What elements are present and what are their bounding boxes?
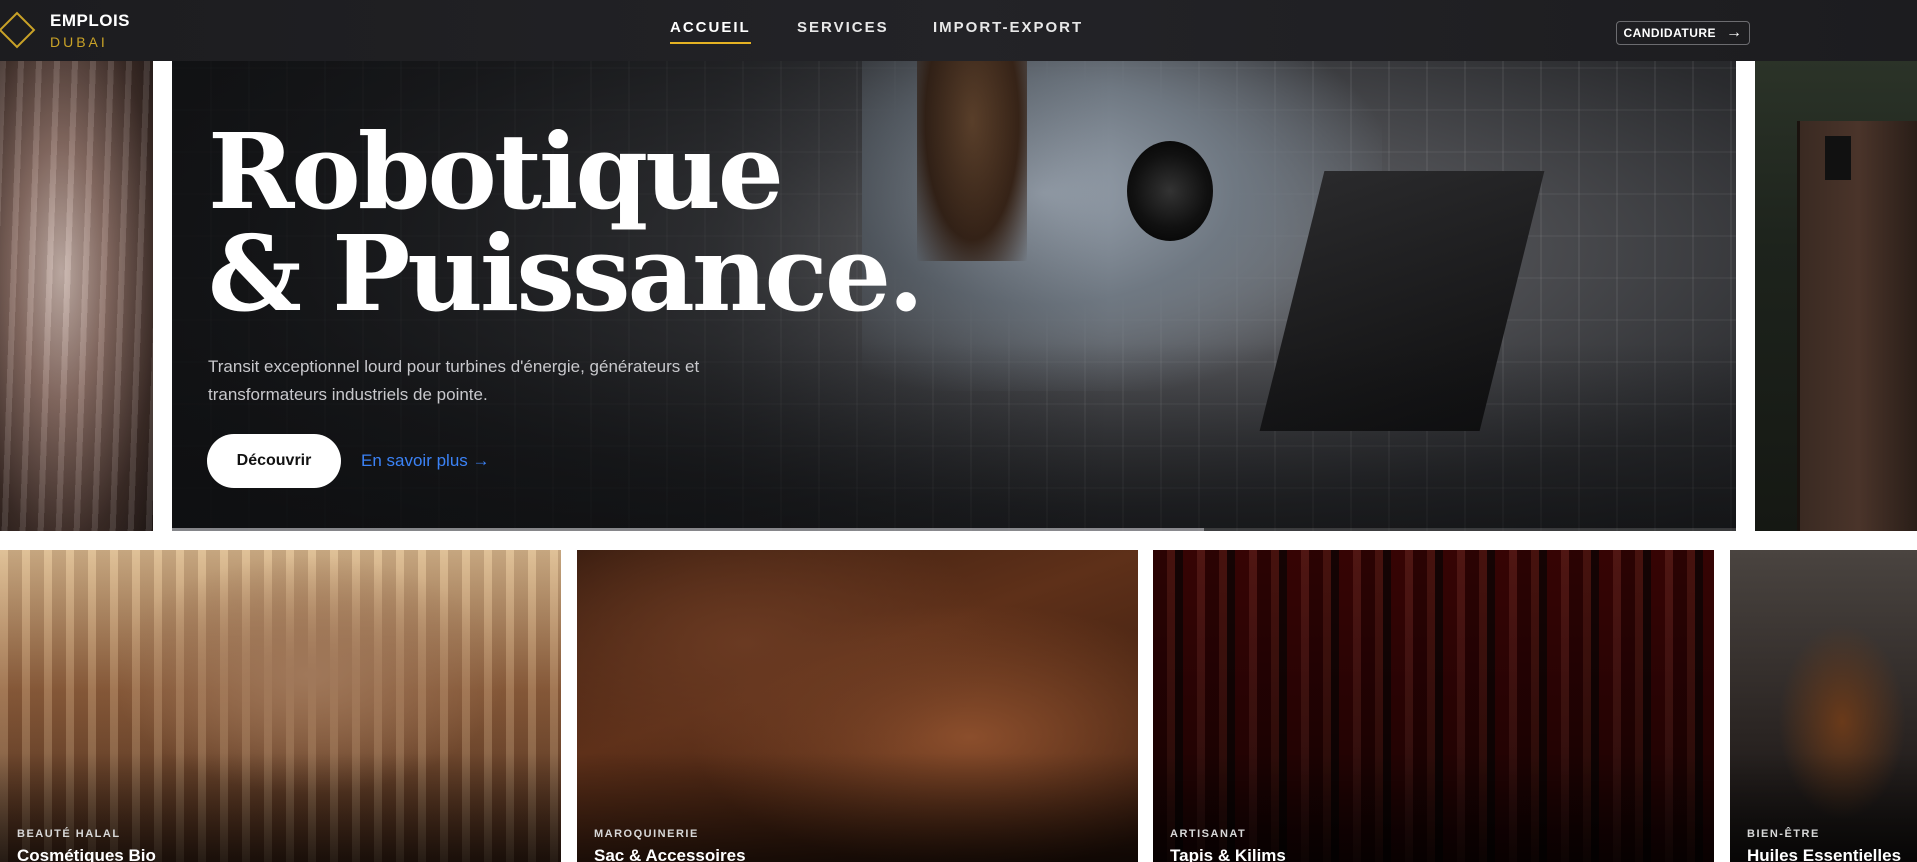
active-nav-underline bbox=[670, 42, 751, 44]
card-category: ARTISANAT bbox=[1170, 828, 1247, 840]
brand-name-line1: EMPLOIS bbox=[50, 10, 131, 30]
carousel-next-slide[interactable] bbox=[1755, 61, 1917, 531]
category-cards-row: BEAUTÉ HALAL Cosmétiques Bio MAROQUINERI… bbox=[0, 550, 1917, 862]
arrow-right-icon: → bbox=[1726, 24, 1743, 41]
category-card-bien-etre[interactable]: BIEN-ÊTRE Huiles Essentielles bbox=[1730, 550, 1917, 862]
diamond-logo-icon bbox=[0, 11, 36, 49]
hero-subtitle: Transit exceptionnel lourd pour turbines… bbox=[208, 357, 700, 404]
card-gradient-overlay bbox=[1153, 550, 1714, 862]
carousel-previous-slide[interactable] bbox=[0, 61, 153, 531]
card-category: MAROQUINERIE bbox=[594, 828, 699, 840]
card-title: Cosmétiques Bio bbox=[17, 846, 156, 862]
nav-item-import-export[interactable]: IMPORT-EXPORT bbox=[933, 19, 1083, 36]
candidature-button-label: CANDIDATURE bbox=[1623, 26, 1717, 40]
slide-progress-track bbox=[172, 528, 1736, 531]
learn-more-link[interactable]: En savoir plus → bbox=[361, 451, 490, 471]
card-title: Huiles Essentielles bbox=[1747, 846, 1902, 862]
nav-item-label: ACCUEIL bbox=[670, 19, 751, 36]
top-navigation-bar: EMPLOIS DUBAI ACCUEIL SERVICES IMPORT-EX… bbox=[0, 0, 1917, 61]
slide-image bbox=[0, 61, 153, 531]
category-card-cosmetiques[interactable]: BEAUTÉ HALAL Cosmétiques Bio bbox=[0, 550, 561, 862]
card-title: Sac & Accessoires bbox=[594, 846, 746, 862]
slide-progress-fill bbox=[172, 528, 1205, 531]
nav-item-label: SERVICES bbox=[797, 19, 889, 36]
candidature-button[interactable]: CANDIDATURE → bbox=[1616, 21, 1750, 45]
card-gradient-overlay bbox=[0, 550, 561, 862]
brand-name-line2: DUBAI bbox=[50, 33, 108, 50]
nav-item-services[interactable]: SERVICES bbox=[797, 19, 889, 36]
card-title: Tapis & Kilims bbox=[1170, 846, 1286, 862]
discover-button[interactable]: Découvrir bbox=[207, 434, 341, 488]
card-category: BEAUTÉ HALAL bbox=[17, 828, 121, 840]
card-category: BIEN-ÊTRE bbox=[1747, 828, 1820, 840]
hero-title: Robotique & Puissance. bbox=[208, 110, 924, 335]
hero-slide: Robotique & Puissance. Transit exception… bbox=[172, 61, 1736, 531]
category-card-maroquinerie[interactable]: MAROQUINERIE Sac & Accessoires bbox=[577, 550, 1138, 862]
category-card-artisanat[interactable]: ARTISANAT Tapis & Kilims bbox=[1153, 550, 1714, 862]
nav-item-label: IMPORT-EXPORT bbox=[933, 19, 1084, 36]
slide-image-detail bbox=[1825, 136, 1851, 180]
card-gradient-overlay bbox=[1730, 550, 1917, 862]
nav-item-accueil[interactable]: ACCUEIL bbox=[670, 19, 751, 44]
slide-image bbox=[1797, 121, 1917, 531]
brand-name: EMPLOIS DUBAI bbox=[50, 12, 130, 49]
card-gradient-overlay bbox=[577, 550, 1138, 862]
brand-logo[interactable]: EMPLOIS DUBAI bbox=[0, 8, 130, 52]
